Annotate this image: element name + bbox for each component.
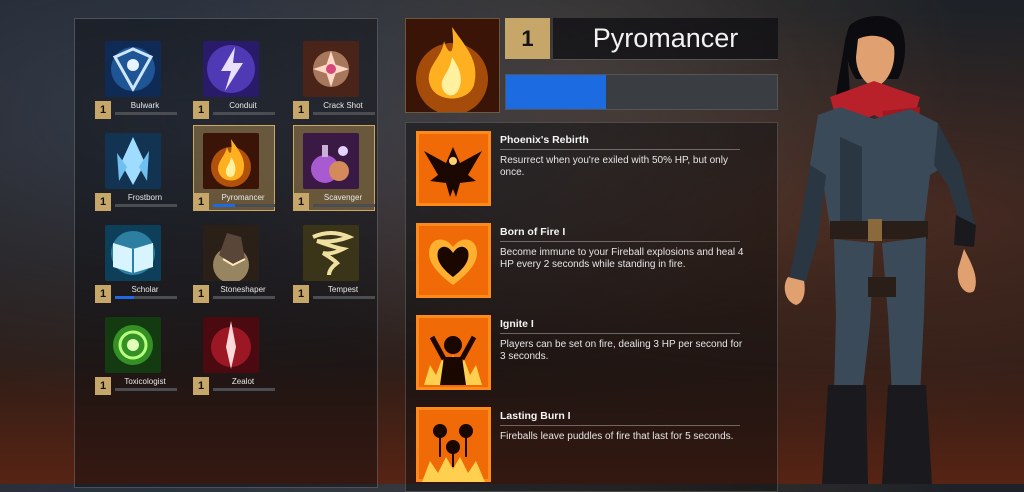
class-name: Bulwark xyxy=(130,101,160,110)
class-progress-bar xyxy=(313,112,375,115)
perk-divider xyxy=(500,241,740,242)
class-name: Tempest xyxy=(327,285,359,294)
shield-icon xyxy=(105,41,161,97)
class-grid-panel: 1 Bulwark 1 Conduit 1 Crack Shot 1 Frost… xyxy=(74,18,378,488)
class-level-badge: 1 xyxy=(95,285,111,303)
class-name: Toxicologist xyxy=(124,377,166,386)
class-name: Zealot xyxy=(231,377,255,386)
flame-heart-icon xyxy=(416,223,491,298)
class-progress-bar xyxy=(115,204,177,207)
perks-panel: Phoenix's Rebirth Resurrect when you're … xyxy=(405,122,778,492)
class-progress-bar xyxy=(213,112,275,115)
class-card-conduit[interactable]: 1 Conduit xyxy=(193,41,283,131)
class-level-badge: 1 xyxy=(95,101,111,119)
class-progress-bar xyxy=(213,388,275,391)
lightning-icon xyxy=(203,41,259,97)
perk-description: Fireballs leave puddles of fire that las… xyxy=(500,431,734,442)
selected-class-xp-fill xyxy=(506,75,607,109)
perk-description: Players can be set on fire, dealing 3 HP… xyxy=(500,339,743,362)
class-card-scavenger[interactable]: 1 Scavenger xyxy=(293,125,383,223)
class-name: Frostborn xyxy=(127,193,163,202)
perk-born-of-fire[interactable]: Born of Fire I Become immune to your Fir… xyxy=(416,223,776,303)
class-card-frostborn[interactable]: 1 Frostborn xyxy=(95,133,185,223)
poison-swirl-icon xyxy=(105,317,161,373)
class-card-tempest[interactable]: 1 Tempest xyxy=(293,225,383,315)
perk-description: Become immune to your Fireball explosion… xyxy=(500,247,744,270)
class-name: Stoneshaper xyxy=(220,285,266,294)
class-name: Pyromancer xyxy=(221,193,265,202)
perk-divider xyxy=(500,149,740,150)
class-level-badge: 1 xyxy=(193,377,209,395)
class-name: Scholar xyxy=(131,285,159,294)
class-card-crack-shot[interactable]: 1 Crack Shot xyxy=(293,41,383,131)
class-card-bulwark[interactable]: 1 Bulwark xyxy=(95,41,185,131)
perk-title: Born of Fire I xyxy=(500,226,566,238)
class-level-badge: 1 xyxy=(95,377,111,395)
potion-bag-icon xyxy=(303,133,359,189)
class-level-badge: 1 xyxy=(293,193,309,211)
tornado-icon xyxy=(303,225,359,281)
perk-title: Lasting Burn I xyxy=(500,410,571,422)
crosshair-icon xyxy=(303,41,359,97)
selected-class-fire-icon xyxy=(405,18,500,113)
fire-drops-icon xyxy=(416,407,491,482)
blood-spike-icon xyxy=(203,317,259,373)
class-progress-bar xyxy=(115,112,177,115)
selected-class-level-badge: 1 xyxy=(505,18,550,59)
perk-title: Ignite I xyxy=(500,318,534,330)
class-name: Crack Shot xyxy=(323,101,363,110)
class-level-badge: 1 xyxy=(193,193,209,211)
class-card-toxicologist[interactable]: 1 Toxicologist xyxy=(95,317,185,407)
class-progress-fill xyxy=(115,296,134,299)
fire-icon xyxy=(203,133,259,189)
class-progress-fill xyxy=(213,204,235,207)
perk-ignite[interactable]: Ignite I Players can be set on fire, dea… xyxy=(416,315,776,395)
class-name: Scavenger xyxy=(323,193,363,202)
class-level-badge: 1 xyxy=(193,285,209,303)
class-card-scholar[interactable]: 1 Scholar xyxy=(95,225,185,315)
class-card-stoneshaper[interactable]: 1 Stoneshaper xyxy=(193,225,283,315)
burning-figure-icon xyxy=(416,315,491,390)
rock-icon xyxy=(203,225,259,281)
class-progress-bar xyxy=(313,296,375,299)
perk-title: Phoenix's Rebirth xyxy=(500,134,589,146)
perk-divider xyxy=(500,425,740,426)
class-level-badge: 1 xyxy=(193,101,209,119)
perk-description: Resurrect when you're exiled with 50% HP… xyxy=(500,155,728,178)
class-name: Conduit xyxy=(229,101,257,110)
class-progress-bar xyxy=(313,204,375,207)
character-model xyxy=(770,15,1000,484)
selected-class-title: Pyromancer xyxy=(553,18,778,60)
class-level-badge: 1 xyxy=(95,193,111,211)
class-card-zealot[interactable]: 1 Zealot xyxy=(193,317,283,407)
perk-divider xyxy=(500,333,740,334)
class-progress-bar xyxy=(213,204,275,207)
selected-class-xp-bar xyxy=(505,74,778,110)
book-icon xyxy=(105,225,161,281)
class-level-badge: 1 xyxy=(293,101,309,119)
ice-crystal-icon xyxy=(105,133,161,189)
class-progress-bar xyxy=(115,296,177,299)
class-progress-bar xyxy=(115,388,177,391)
perk-lasting-burn[interactable]: Lasting Burn I Fireballs leave puddles o… xyxy=(416,407,776,487)
class-progress-bar xyxy=(213,296,275,299)
perk-phoenix-rebirth[interactable]: Phoenix's Rebirth Resurrect when you're … xyxy=(416,131,776,211)
class-level-badge: 1 xyxy=(293,285,309,303)
class-card-pyromancer[interactable]: 1 Pyromancer xyxy=(193,125,283,223)
phoenix-icon xyxy=(416,131,491,206)
